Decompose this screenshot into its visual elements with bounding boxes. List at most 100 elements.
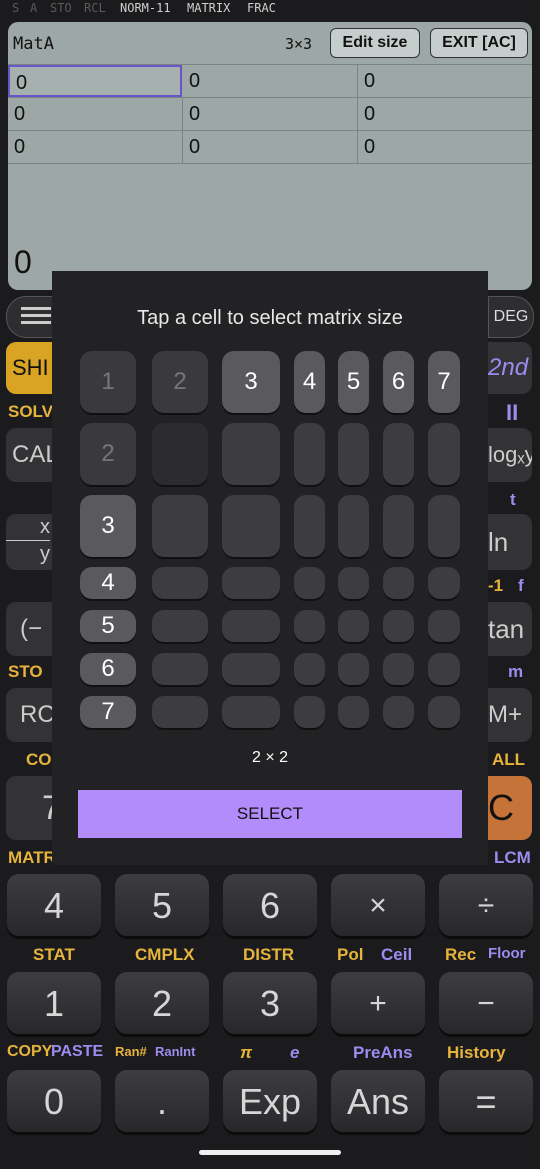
row-header[interactable]: 7 xyxy=(80,696,136,728)
negative-key[interactable]: (− xyxy=(6,602,52,656)
edit-size-button[interactable]: Edit size xyxy=(330,28,420,58)
size-cell[interactable] xyxy=(222,495,280,557)
size-cell[interactable] xyxy=(428,567,460,599)
key-minus[interactable]: − xyxy=(439,972,533,1034)
size-cell[interactable] xyxy=(383,610,414,642)
size-cell[interactable] xyxy=(222,567,280,599)
size-cell[interactable] xyxy=(383,423,414,485)
size-cell[interactable] xyxy=(338,610,369,642)
size-cell[interactable] xyxy=(294,495,325,557)
col-header[interactable]: 4 xyxy=(294,351,325,413)
size-cell[interactable] xyxy=(222,653,280,685)
size-cell[interactable] xyxy=(294,696,325,728)
matrix-cell[interactable]: 0 xyxy=(358,65,532,97)
key-ans[interactable]: Ans xyxy=(331,1070,425,1132)
key-3[interactable]: 3 xyxy=(223,972,317,1034)
size-cell[interactable] xyxy=(428,423,460,485)
key-0[interactable]: 0 xyxy=(7,1070,101,1132)
lcm-label: LCM xyxy=(494,848,531,867)
log-key[interactable]: logₓy xyxy=(488,428,532,482)
matrix-cell[interactable]: 0 xyxy=(183,65,358,97)
shift-key[interactable]: SHI xyxy=(6,342,52,394)
key-exp[interactable]: Exp xyxy=(223,1070,317,1132)
m-plus-key[interactable]: M+ xyxy=(488,688,532,742)
matrix-cell[interactable]: 0 xyxy=(183,131,358,163)
row-header[interactable]: 5 xyxy=(80,610,136,642)
matrix-cell[interactable]: 0 xyxy=(358,131,532,163)
row-header[interactable]: 6 xyxy=(80,653,136,685)
size-cell[interactable] xyxy=(152,610,208,642)
key-1[interactable]: 1 xyxy=(7,972,101,1034)
size-cell[interactable] xyxy=(152,495,208,557)
key-divide[interactable]: ÷ xyxy=(439,874,533,936)
select-button[interactable]: SELECT xyxy=(78,790,462,838)
key-plus[interactable]: + xyxy=(331,972,425,1034)
t-label: t xyxy=(510,490,516,509)
fraction-denominator: y xyxy=(6,540,50,567)
fraction-key[interactable]: x y xyxy=(6,514,52,570)
second-function-key[interactable]: 2nd xyxy=(488,342,532,394)
matrix-cell[interactable]: 0 xyxy=(183,98,358,130)
size-cell[interactable] xyxy=(338,653,369,685)
key-2[interactable]: 2 xyxy=(115,972,209,1034)
size-cell[interactable] xyxy=(383,567,414,599)
ln-key[interactable]: ln xyxy=(488,514,532,570)
row-header[interactable]: 3 xyxy=(80,495,136,557)
size-cell[interactable] xyxy=(428,696,460,728)
calc-key[interactable]: CAL xyxy=(6,428,52,482)
size-cell[interactable] xyxy=(294,653,325,685)
size-cell[interactable] xyxy=(338,423,369,485)
tan-key[interactable]: tan xyxy=(488,602,532,656)
size-cell[interactable] xyxy=(428,495,460,557)
matrix-cell[interactable]: 0 xyxy=(8,65,182,97)
size-cell[interactable] xyxy=(152,567,208,599)
size-cell[interactable] xyxy=(428,610,460,642)
size-cell[interactable] xyxy=(338,567,369,599)
paste-label: PASTE xyxy=(51,1043,104,1060)
size-cell[interactable] xyxy=(222,423,280,485)
size-cell[interactable] xyxy=(338,696,369,728)
col-header[interactable]: 3 xyxy=(222,351,280,413)
matrix-cell[interactable]: 0 xyxy=(358,98,532,130)
size-cell[interactable] xyxy=(222,610,280,642)
rcl-key[interactable]: RC xyxy=(6,688,52,742)
matrix-cell[interactable]: 0 xyxy=(8,98,183,130)
size-cell[interactable] xyxy=(338,495,369,557)
size-cell[interactable] xyxy=(383,495,414,557)
e-label: e xyxy=(290,1043,300,1062)
key-equals[interactable]: = xyxy=(439,1070,533,1132)
history-label: History xyxy=(447,1043,506,1062)
col-header[interactable]: 6 xyxy=(383,351,414,413)
menu-button[interactable] xyxy=(6,296,54,338)
size-cell[interactable] xyxy=(294,610,325,642)
matrix-cell[interactable]: 0 xyxy=(8,131,183,163)
home-indicator[interactable] xyxy=(199,1150,341,1155)
size-cell[interactable] xyxy=(152,696,208,728)
deg-button[interactable]: DEG xyxy=(488,296,534,338)
col-header[interactable]: 1 xyxy=(80,351,136,413)
size-cell[interactable] xyxy=(294,567,325,599)
key-decimal[interactable]: . xyxy=(115,1070,209,1132)
size-cell[interactable] xyxy=(383,696,414,728)
status-s: S xyxy=(12,1,20,15)
col-header[interactable]: 5 xyxy=(338,351,369,413)
f-label: f xyxy=(518,576,524,595)
ac-key[interactable]: C xyxy=(488,776,532,840)
size-cell[interactable] xyxy=(222,696,280,728)
key-multiply[interactable]: × xyxy=(331,874,425,936)
key-6[interactable]: 6 xyxy=(223,874,317,936)
row-header[interactable]: 4 xyxy=(80,567,136,599)
seven-key[interactable]: 7 xyxy=(6,776,52,840)
exit-button[interactable]: EXIT [AC] xyxy=(430,28,528,58)
cmplx-label: CMPLX xyxy=(135,945,195,964)
key-4[interactable]: 4 xyxy=(7,874,101,936)
col-header[interactable]: 7 xyxy=(428,351,460,413)
size-cell[interactable] xyxy=(383,653,414,685)
row-header[interactable]: 2 xyxy=(80,423,136,485)
size-cell[interactable] xyxy=(152,423,208,485)
size-cell[interactable] xyxy=(294,423,325,485)
col-header[interactable]: 2 xyxy=(152,351,208,413)
size-cell[interactable] xyxy=(428,653,460,685)
key-5[interactable]: 5 xyxy=(115,874,209,936)
size-cell[interactable] xyxy=(152,653,208,685)
